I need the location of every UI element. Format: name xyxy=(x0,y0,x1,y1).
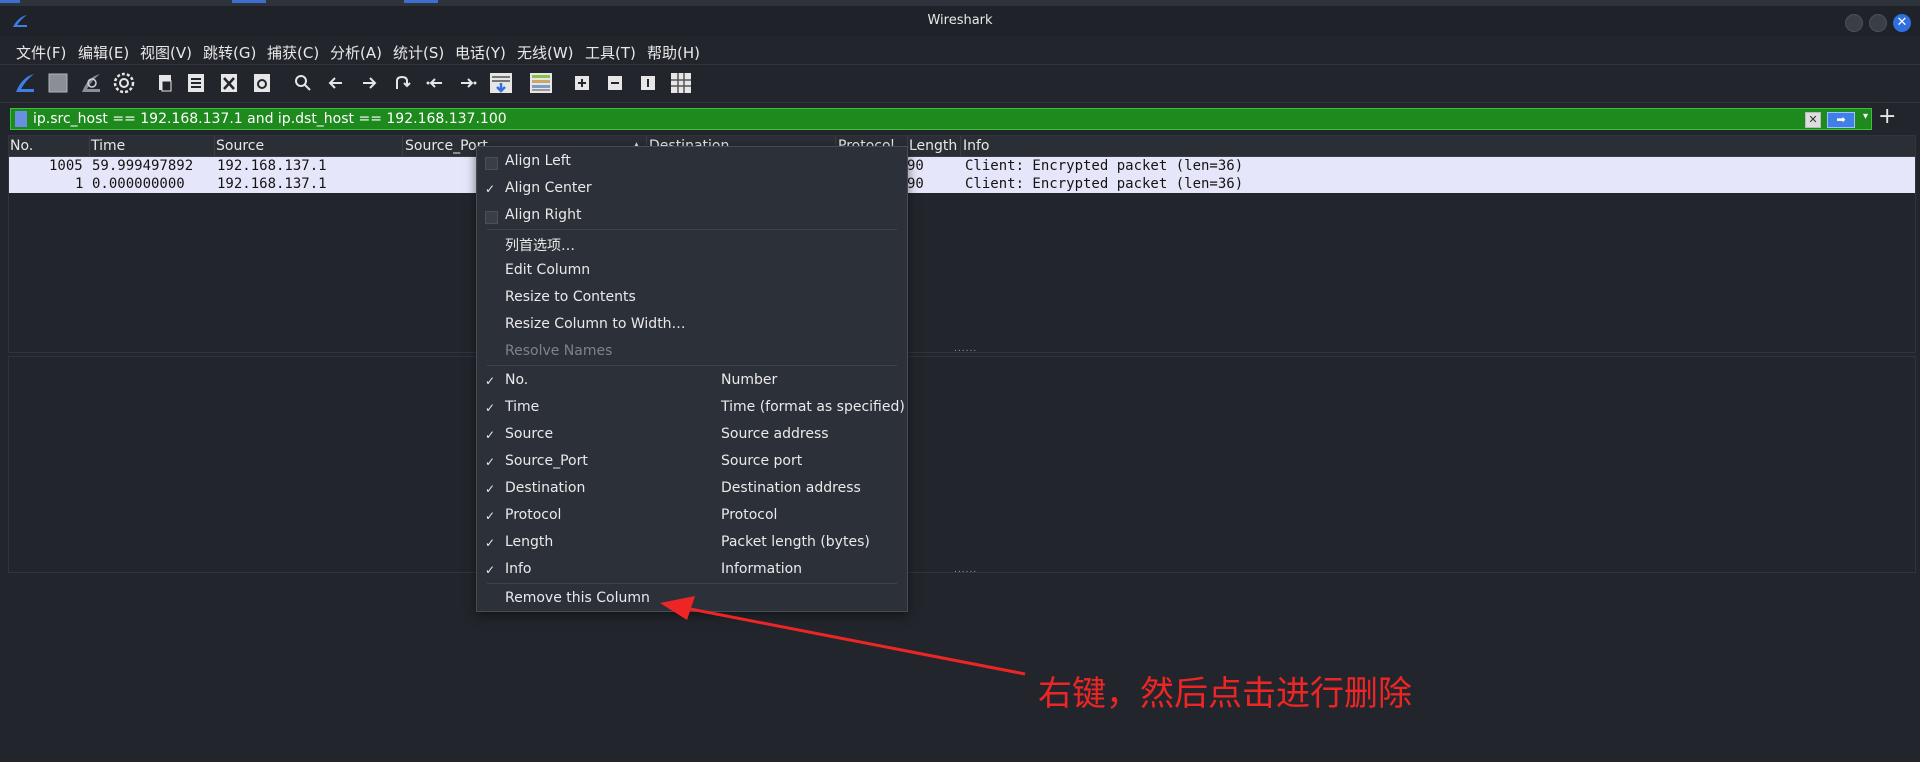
annotation-text: 右键，然后点击进行删除 xyxy=(1038,674,1412,714)
annotation-arrow xyxy=(660,596,1026,676)
